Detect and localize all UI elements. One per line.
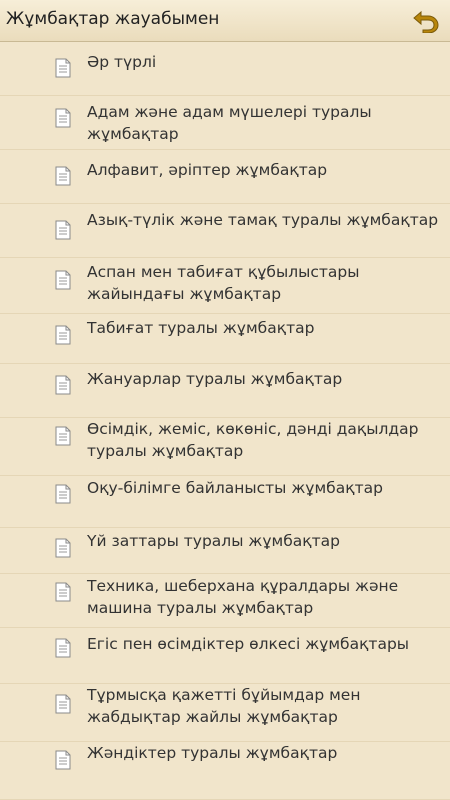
document-icon <box>55 166 71 186</box>
list-item-label: Аспан мен табиғат құбылыстары жайындағы … <box>87 263 360 303</box>
list-item-label: Өсімдік, жеміс, көкөніс, дәнді дақылдар … <box>87 420 419 460</box>
list-item-label: Әр түрлі <box>87 53 157 71</box>
document-icon <box>55 220 71 240</box>
document-icon <box>55 58 71 78</box>
list-item[interactable]: Табиғат туралы жұмбақтар <box>0 314 450 364</box>
list-item-label: Егіс пен өсімдіктер өлкесі жұмбақтары <box>87 635 410 653</box>
document-icon <box>55 426 71 446</box>
list-item[interactable]: Үй заттары туралы жұмбақтар <box>0 528 450 574</box>
list-item[interactable]: Азық-түлік және тамақ туралы жұмбақтар <box>0 204 450 258</box>
list-item-label: Азық-түлік және тамақ туралы жұмбақтар <box>87 211 439 229</box>
document-icon <box>55 270 71 290</box>
app-header: Жұмбақтар жауабымен <box>0 0 450 42</box>
list-item-label: Оқу-білімге байланысты жұмбақтар <box>87 479 383 497</box>
list-item[interactable]: Оқу-білімге байланысты жұмбақтар <box>0 476 450 528</box>
page-title: Жұмбақтар жауабымен <box>6 9 220 29</box>
list-item-label: Тұрмысқа қажетті бұйымдар мен жабдықтар … <box>87 686 361 726</box>
document-icon <box>55 638 71 658</box>
back-arrow-icon <box>413 10 439 33</box>
list-item-label: Үй заттары туралы жұмбақтар <box>87 532 340 550</box>
list-item[interactable]: Алфавит, әріптер жұмбақтар <box>0 150 450 204</box>
list-item[interactable]: Егіс пен өсімдіктер өлкесі жұмбақтары <box>0 628 450 684</box>
document-icon <box>55 538 71 558</box>
list-item[interactable]: Өсімдік, жеміс, көкөніс, дәнді дақылдар … <box>0 418 450 476</box>
document-icon <box>55 750 71 770</box>
category-list: Әр түрлі Адам және адам мүшелері туралы … <box>0 42 450 800</box>
document-icon <box>55 375 71 395</box>
list-item[interactable]: Жәндіктер туралы жұмбақтар <box>0 742 450 800</box>
list-item-label: Алфавит, әріптер жұмбақтар <box>87 161 328 179</box>
document-icon <box>55 694 71 714</box>
list-item[interactable]: Жануарлар туралы жұмбақтар <box>0 364 450 418</box>
list-item[interactable]: Әр түрлі <box>0 42 450 96</box>
document-icon <box>55 108 71 128</box>
list-item[interactable]: Техника, шеберхана құралдары және машина… <box>0 574 450 628</box>
list-item[interactable]: Адам және адам мүшелері туралы жұмбақтар <box>0 96 450 150</box>
list-item[interactable]: Аспан мен табиғат құбылыстары жайындағы … <box>0 258 450 314</box>
document-icon <box>55 582 71 602</box>
list-item-label: Жануарлар туралы жұмбақтар <box>87 370 343 388</box>
list-item-label: Табиғат туралы жұмбақтар <box>87 319 315 337</box>
list-item[interactable]: Тұрмысқа қажетті бұйымдар мен жабдықтар … <box>0 684 450 742</box>
list-item-label: Техника, шеберхана құралдары және машина… <box>87 577 399 617</box>
back-button[interactable] <box>410 7 442 35</box>
list-item-label: Жәндіктер туралы жұмбақтар <box>87 744 338 762</box>
list-item-label: Адам және адам мүшелері туралы жұмбақтар <box>87 103 372 143</box>
document-icon <box>55 325 71 345</box>
document-icon <box>55 484 71 504</box>
